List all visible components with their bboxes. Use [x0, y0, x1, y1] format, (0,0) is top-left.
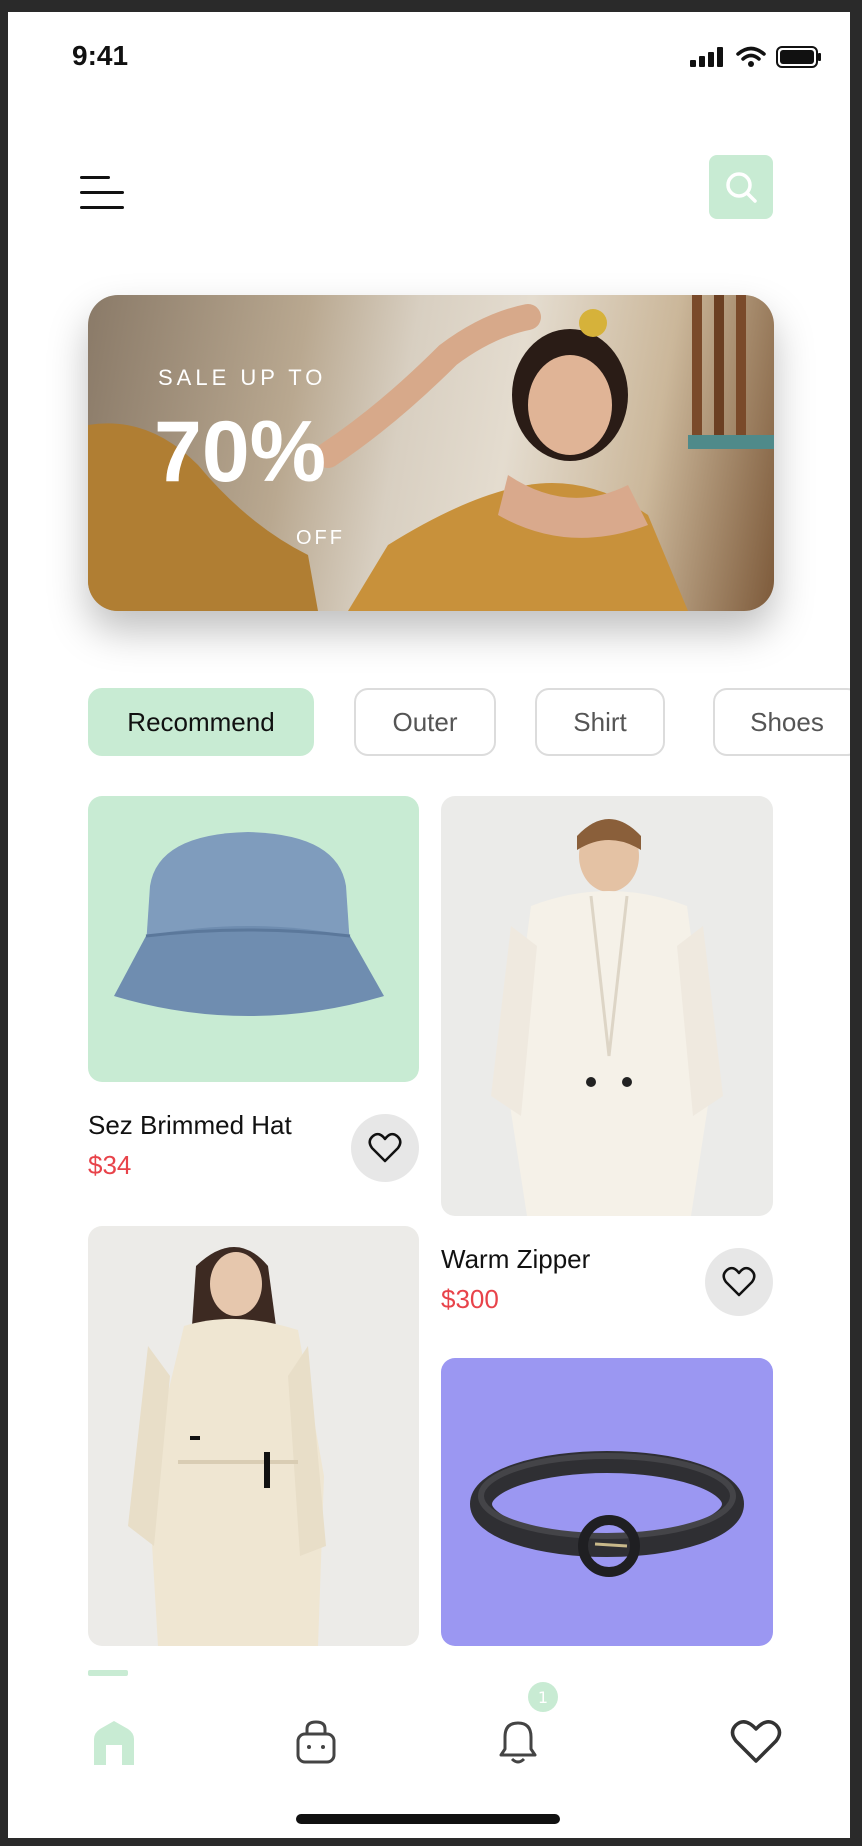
nav-bag[interactable] [286, 1712, 346, 1772]
banner-sale-text: SALE UP TO [158, 365, 327, 390]
belt-image [470, 1451, 744, 1577]
heart-icon [368, 1132, 402, 1163]
nav-home[interactable] [84, 1712, 144, 1772]
favorite-button[interactable] [351, 1114, 419, 1182]
home-indicator [296, 1814, 560, 1824]
heart-icon [730, 1720, 782, 1763]
category-tabs: Recommend Outer Shirt Shoes [88, 688, 850, 758]
hat-image [114, 832, 384, 1016]
active-tab-indicator [88, 1670, 128, 1676]
product-name: Sez Brimmed Hat [88, 1110, 292, 1140]
tab-outer[interactable]: Outer [354, 688, 496, 756]
coat-image [491, 819, 723, 1216]
bottom-navigation: 1 [8, 1658, 850, 1838]
product-image-trench[interactable] [88, 1226, 419, 1646]
status-icons [690, 46, 822, 68]
nav-notifications[interactable] [488, 1712, 548, 1772]
phone-screen: 9:41 SALE UP TO 70% OFF Recommend Outer … [8, 12, 850, 1838]
product-price: $300 [441, 1284, 499, 1314]
product-price: $34 [88, 1150, 132, 1180]
product-name: Warm Zipper [441, 1244, 591, 1274]
product-image-coat[interactable] [441, 796, 773, 1216]
nav-favorites[interactable] [726, 1712, 786, 1772]
favorite-button[interactable] [705, 1248, 773, 1316]
wifi-icon [736, 46, 766, 67]
trench-image [128, 1247, 326, 1646]
home-icon [94, 1721, 134, 1765]
tab-shoes[interactable]: Shoes [713, 688, 850, 756]
product-image-belt[interactable] [441, 1358, 773, 1646]
tab-shirt[interactable]: Shirt [535, 688, 665, 756]
banner-percent: 70% [154, 404, 327, 500]
search-icon [726, 172, 757, 203]
battery-icon [776, 46, 821, 68]
heart-icon [722, 1266, 756, 1297]
search-button[interactable] [709, 155, 773, 219]
bag-icon [296, 1720, 336, 1764]
tab-recommend[interactable]: Recommend [88, 688, 314, 756]
menu-icon[interactable] [80, 162, 130, 222]
banner-off-text: OFF [296, 527, 345, 549]
sale-banner[interactable]: SALE UP TO 70% OFF [88, 295, 774, 611]
notification-badge: 1 [528, 1682, 558, 1712]
status-time: 9:41 [72, 40, 129, 71]
status-bar: 9:41 [8, 12, 850, 92]
signal-icon [690, 47, 723, 67]
bell-icon [499, 1721, 537, 1764]
product-image-hat[interactable] [88, 796, 419, 1082]
